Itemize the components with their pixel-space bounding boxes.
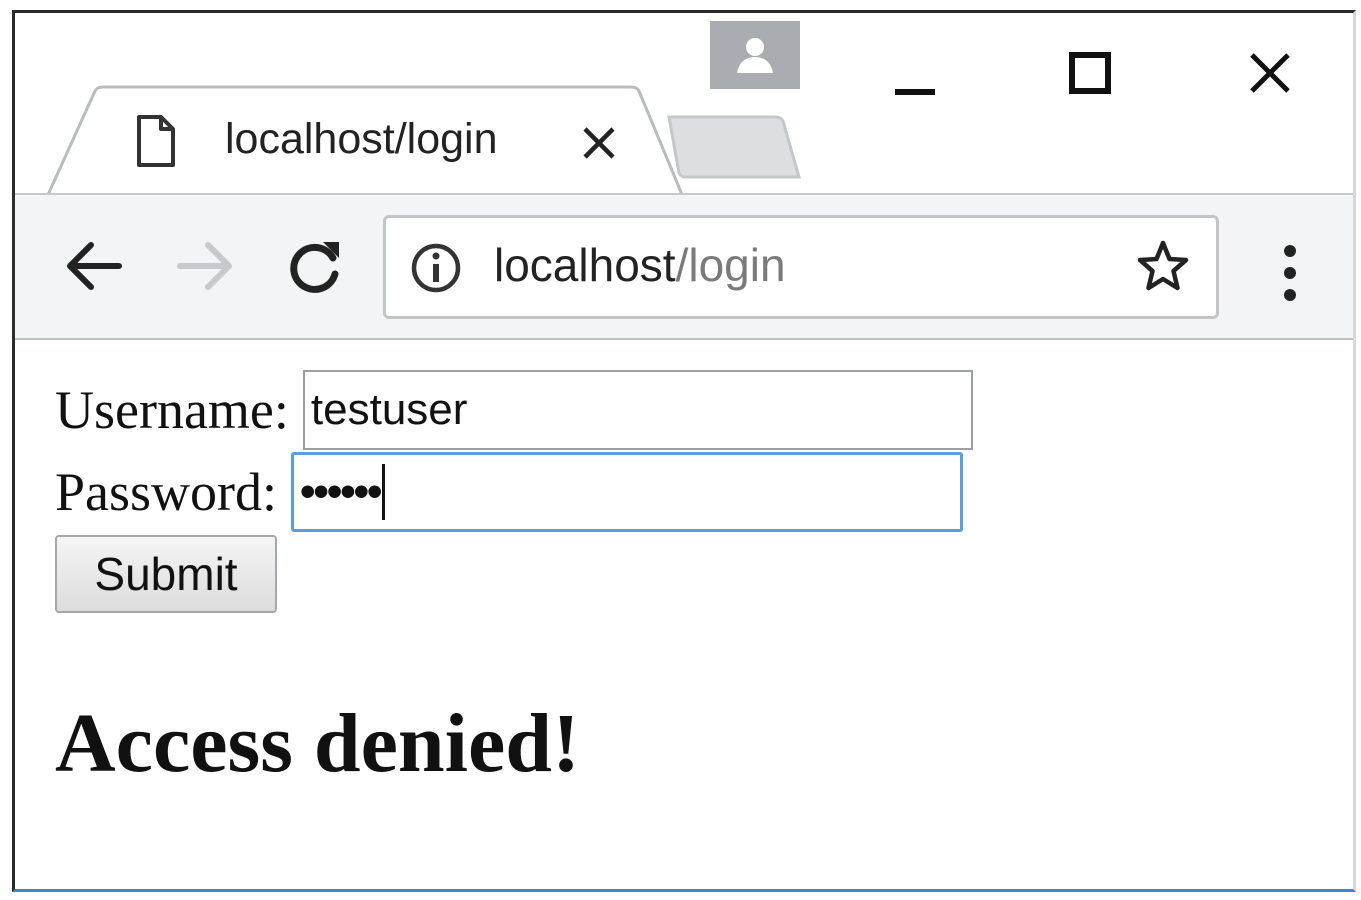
- access-denied-heading: Access denied!: [55, 697, 580, 790]
- profile-icon: [737, 38, 773, 73]
- close-icon[interactable]: [579, 123, 619, 163]
- profile-button[interactable]: [710, 21, 800, 89]
- reload-icon: [290, 242, 339, 293]
- text-caret: [382, 464, 386, 520]
- close-icon: [1250, 53, 1290, 93]
- browser-window: localhost/login localhost/login Username…: [12, 10, 1356, 892]
- password-value: ••••••: [300, 467, 382, 516]
- forward-button[interactable]: [170, 231, 240, 301]
- password-row: Password: ••••••: [55, 452, 964, 532]
- url-host: localhost: [494, 239, 676, 291]
- username-label: Username:: [55, 380, 289, 440]
- address-bar[interactable]: localhost/login: [383, 215, 1219, 319]
- minimize-button[interactable]: [875, 33, 955, 113]
- more-vert-icon[interactable]: [1265, 243, 1315, 303]
- reload-button[interactable]: [280, 231, 350, 301]
- username-input[interactable]: testuser: [302, 370, 973, 450]
- page-content: Username: testuser Password: •••••• Subm…: [15, 340, 1353, 889]
- minimize-icon: [895, 89, 935, 95]
- username-value: testuser: [310, 385, 468, 434]
- close-window-button[interactable]: [1230, 33, 1310, 113]
- title-bar: localhost/login: [15, 13, 1353, 197]
- new-tab-button[interactable]: [665, 113, 805, 183]
- toolbar: localhost/login: [15, 195, 1353, 340]
- password-input[interactable]: ••••••: [291, 452, 964, 532]
- forward-arrow-icon: [177, 242, 232, 290]
- password-label: Password:: [55, 462, 278, 522]
- back-arrow-icon: [67, 242, 122, 290]
- back-button[interactable]: [59, 231, 129, 301]
- info-icon[interactable]: [410, 242, 462, 294]
- address-url: localhost/login: [494, 238, 786, 292]
- username-row: Username: testuser: [55, 370, 973, 450]
- tab-localhost-login[interactable]: localhost/login: [47, 85, 685, 197]
- page-icon: [137, 115, 175, 167]
- maximize-button[interactable]: [1050, 33, 1130, 113]
- maximize-icon: [1069, 52, 1111, 94]
- url-path: /login: [675, 239, 786, 291]
- star-icon[interactable]: [1134, 238, 1192, 296]
- tab-title: localhost/login: [225, 115, 498, 163]
- submit-button[interactable]: Submit: [55, 535, 277, 613]
